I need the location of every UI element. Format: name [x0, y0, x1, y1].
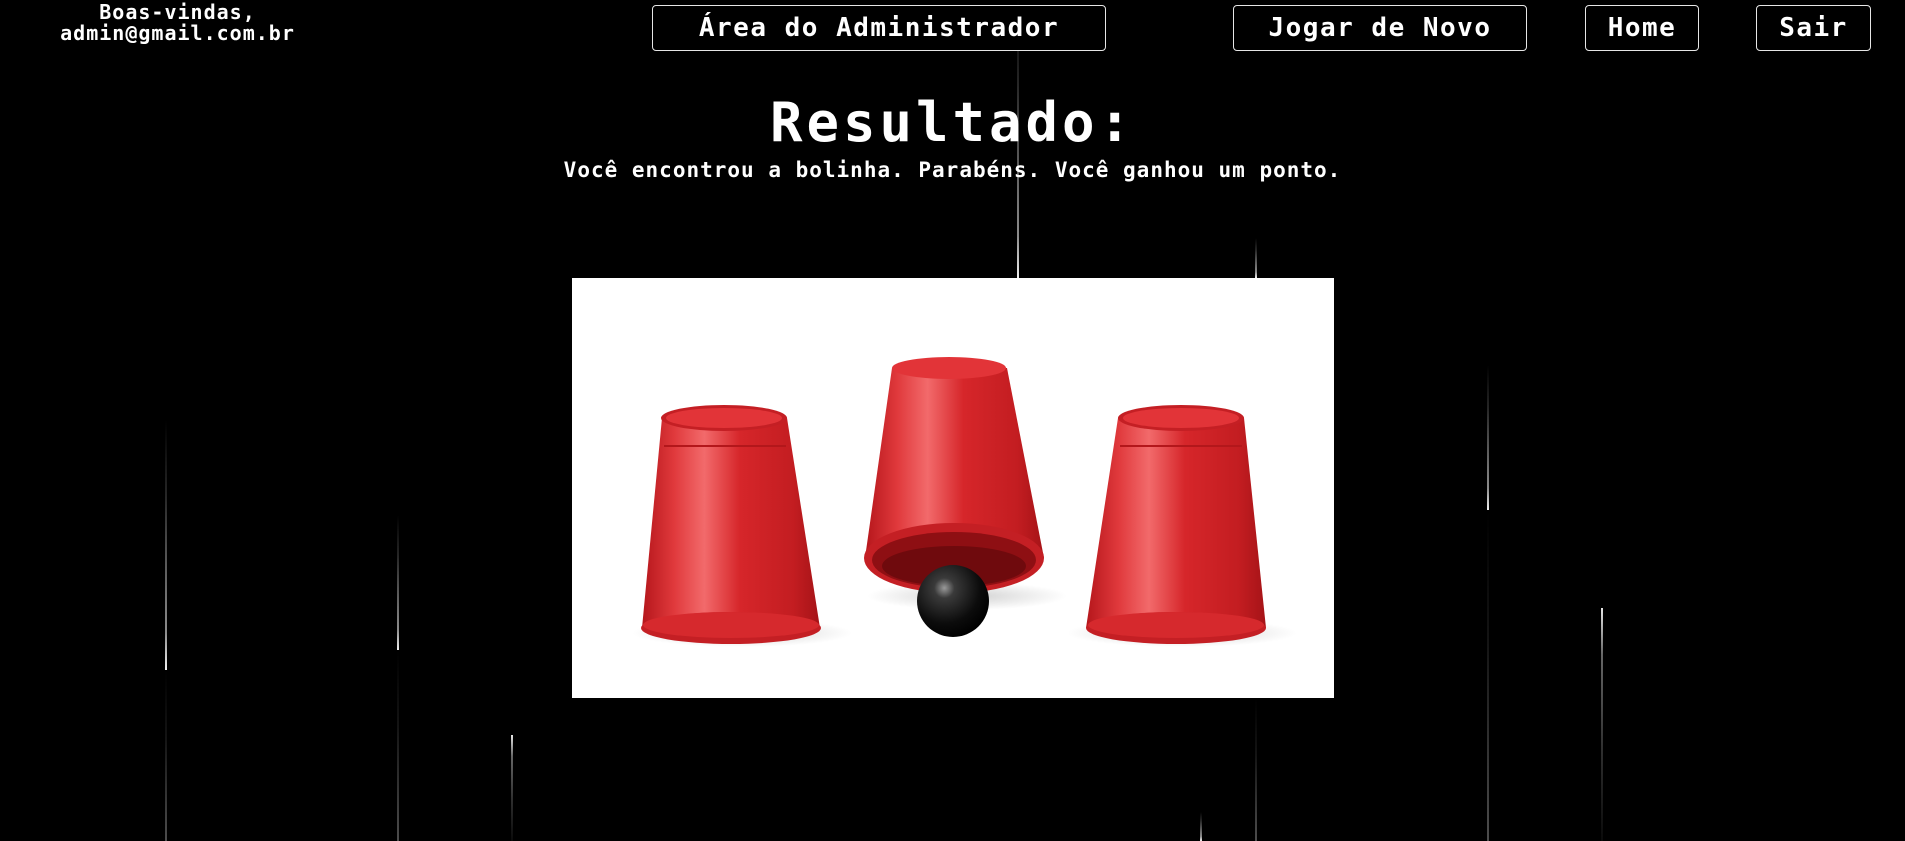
user-email: admin@gmail.com.br — [60, 21, 295, 45]
cups-illustration — [632, 357, 1297, 647]
ball — [917, 565, 989, 637]
rain-streak — [1255, 698, 1257, 841]
welcome-message: Boas-vindas, admin@gmail.com.br — [30, 2, 325, 44]
left-cup — [641, 405, 821, 644]
home-button[interactable]: Home — [1585, 5, 1699, 51]
rain-streak — [1487, 365, 1489, 510]
welcome-greeting: Boas-vindas, — [99, 0, 256, 24]
rain-streak — [397, 515, 399, 650]
game-result-page: Boas-vindas, admin@gmail.com.br Área do … — [0, 0, 1905, 841]
rain-streak — [1601, 608, 1603, 841]
rain-streak — [397, 650, 399, 841]
rain-streak — [1255, 238, 1257, 278]
rain-streak — [165, 420, 167, 670]
exit-button[interactable]: Sair — [1756, 5, 1871, 51]
admin-area-button[interactable]: Área do Administrador — [652, 5, 1106, 51]
right-cup — [1086, 405, 1266, 644]
result-message: Você encontrou a bolinha. Parabéns. Você… — [563, 158, 1342, 182]
rain-streak — [165, 670, 167, 841]
rain-streak — [511, 735, 513, 841]
rain-streak — [1487, 510, 1489, 841]
cups-result-image — [572, 278, 1334, 698]
play-again-button[interactable]: Jogar de Novo — [1233, 5, 1527, 51]
result-title: Resultado: — [769, 91, 1136, 154]
middle-cup — [864, 357, 1044, 593]
rain-streak — [1200, 812, 1202, 841]
